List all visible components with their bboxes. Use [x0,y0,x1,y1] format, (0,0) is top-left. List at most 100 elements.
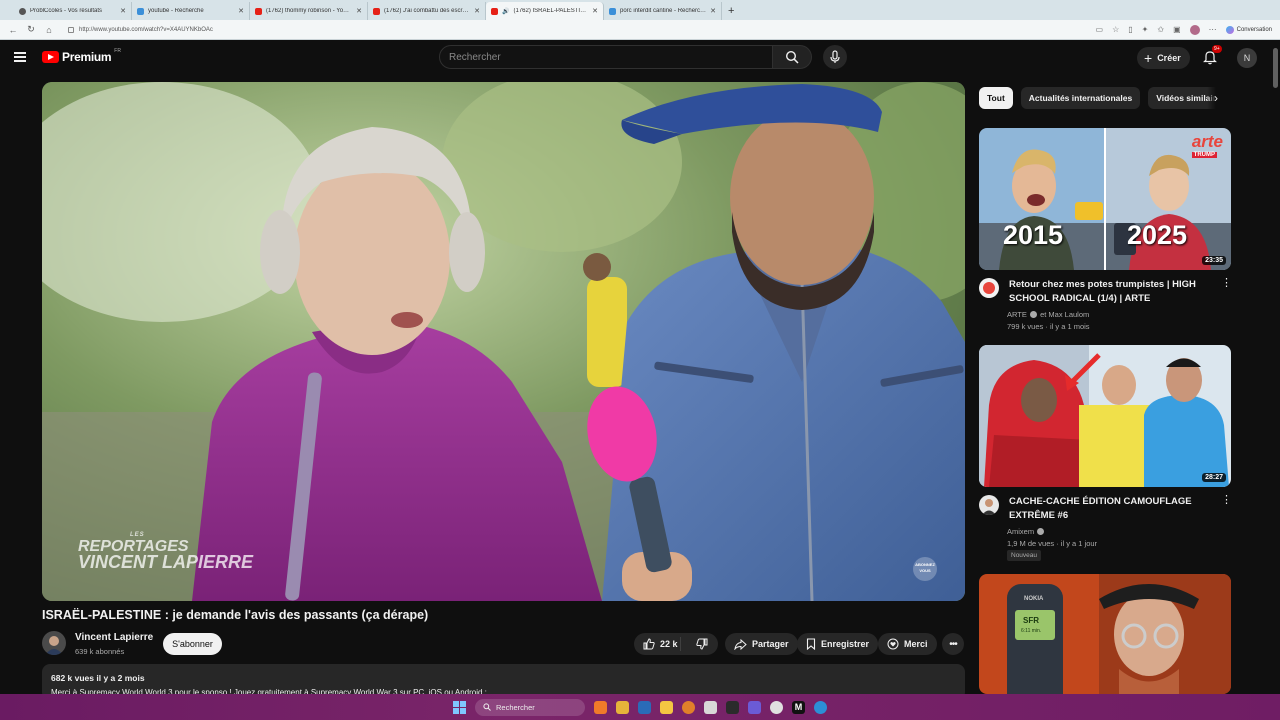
browser-tab[interactable]: porc interdit cantine - Recherche ✕ [604,2,722,20]
url-field[interactable]: http://www.youtube.com/watch?v=X4AUYNKbO… [62,23,1088,37]
site-info-icon[interactable] [68,26,74,33]
store-icon[interactable] [638,700,651,714]
profile-avatar[interactable] [1189,24,1200,35]
home-icon[interactable]: ⌂ [44,25,54,35]
thanks-heart-icon [887,638,899,650]
video-meta: Retour chez mes potes trumpistes | HIGH … [979,270,1232,331]
browser-tab[interactable]: ProblCcoles - Vos résultats ✕ [14,2,132,20]
notifications-button[interactable]: 9+ [1203,45,1222,65]
more-vertical-icon[interactable]: ⋮ [1221,495,1232,506]
video-title[interactable]: CACHE-CACHE ÉDITION CAMOUFLAGE EXTRÊME #… [1009,495,1209,523]
more-vertical-icon[interactable]: ⋮ [1221,278,1232,289]
app-icon[interactable] [616,700,629,714]
dislike-button[interactable] [686,638,718,650]
logo-text: Premium [62,50,112,64]
chip-international-news[interactable]: Actualités internationales [1020,87,1141,109]
subscribe-watermark[interactable]: ABONNEZ VOUS [913,557,937,581]
favorites-icon[interactable]: ✩ [1157,25,1164,34]
extension-icon[interactable]: ▭ [1096,25,1104,34]
channel-avatar[interactable] [42,631,66,655]
chrome-icon[interactable] [770,700,783,714]
like-button[interactable]: 22 k [634,637,682,651]
more-actions-button[interactable]: ••• [942,633,964,655]
menu-icon[interactable] [14,52,26,62]
browser-menu-icon[interactable]: ⋯ [1209,25,1217,34]
thanks-button[interactable]: Merci [878,633,937,655]
browser-tab[interactable]: (1762) thommy robinson - YouTu... ✕ [250,2,368,20]
browser-tab[interactable]: youtube - Recherche ✕ [132,2,250,20]
chevron-right-icon[interactable]: › [1207,87,1225,109]
channel-line: Amixem [1007,527,1045,536]
edge-icon[interactable] [814,700,827,714]
tab-title: (1762) ISRAËL-PALESTINE : je... [513,8,589,14]
chip-all[interactable]: Tout [979,87,1013,109]
file-explorer-icon[interactable] [660,700,673,714]
channel-name[interactable]: Vincent Lapierre [75,632,153,643]
voice-search-button[interactable] [823,45,847,69]
search-button[interactable] [773,45,812,69]
terminal-icon[interactable] [726,700,739,714]
teams-icon[interactable] [748,700,761,714]
close-tab-icon[interactable]: ✕ [356,7,362,15]
recommended-video[interactable]: arte TRUMP 2015 2025 23:35 Retour chez m… [979,128,1232,331]
subscriber-count: 639 k abonnés [75,647,125,656]
channel-avatar[interactable] [979,495,999,515]
thumbnail-year-right: 2025 [1127,220,1188,250]
new-tab-button[interactable]: + [728,2,734,20]
browser-tab[interactable]: (1762) J'ai combattu des escroc... ✕ [368,2,486,20]
create-button[interactable]: + Créer [1137,47,1190,69]
taskbar-search-label: Rechercher [496,702,535,712]
channel-avatar[interactable] [979,278,999,298]
page-scrollbar[interactable] [1271,40,1280,694]
close-tab-icon[interactable]: ✕ [592,7,598,15]
m-app-icon[interactable]: M [792,700,805,714]
plus-icon: + [1144,50,1153,66]
notepad-icon[interactable] [704,700,717,714]
close-tab-icon[interactable]: ✕ [474,7,480,15]
close-tab-icon[interactable]: ✕ [710,7,716,15]
microphone-icon [830,50,840,63]
share-icon [734,638,747,650]
subscribe-button[interactable]: S'abonner [163,633,222,655]
scrollbar-thumb[interactable] [1273,48,1278,88]
browser-tab-active[interactable]: 🔊 (1762) ISRAËL-PALESTINE : je...✕ [486,2,604,20]
arte-avatar-icon [983,282,995,294]
bookmark-icon [806,638,816,650]
search-input[interactable] [449,51,772,63]
search-box [439,45,773,69]
favorite-star-icon[interactable]: ☆ [1112,25,1119,34]
video-player[interactable]: LES REPORTAGES VINCENT LAPIERRE ABONNEZ … [42,82,965,601]
back-icon[interactable]: ← [8,25,18,35]
more-horizontal-icon: ••• [949,638,957,650]
recommended-video[interactable]: NOKIA SFR 6:11 min. [979,574,1231,694]
extensions-puzzle-icon[interactable]: ✦ [1142,25,1149,34]
channel-name[interactable]: Amixem [1007,527,1034,536]
brave-icon[interactable] [594,700,607,714]
copilot-button[interactable]: Conversation [1225,25,1272,34]
user-avatar[interactable]: N [1237,48,1257,68]
split-screen-icon[interactable]: ▯ [1128,25,1132,34]
video-thumbnail[interactable]: NOKIA SFR 6:11 min. [979,574,1231,694]
tab-title: (1762) J'ai combattu des escroc... [384,8,471,14]
speaker-icon[interactable]: 🔊 [502,8,509,15]
thumbs-up-icon [643,638,655,650]
firefox-icon[interactable] [682,700,695,714]
taskbar-search[interactable]: Rechercher [475,698,585,716]
thanks-label: Merci [904,639,928,649]
share-button[interactable]: Partager [725,633,798,655]
tab-title: (1762) thommy robinson - YouTu... [266,8,353,14]
recommended-video[interactable]: 28:27 CACHE-CACHE ÉDITION CAMOUFLAGE EXT… [979,345,1232,561]
close-tab-icon[interactable]: ✕ [238,7,244,15]
youtube-premium-logo[interactable]: Premium FR [42,48,121,64]
close-tab-icon[interactable]: ✕ [120,7,126,15]
windows-start-icon[interactable] [453,700,466,714]
amixem-avatar-icon [982,499,996,515]
collections-icon[interactable]: ▣ [1173,25,1181,34]
save-button[interactable]: Enregistrer [797,633,879,655]
video-thumbnail[interactable]: arte TRUMP 2015 2025 23:35 [979,128,1231,270]
video-title[interactable]: Retour chez mes potes trumpistes | HIGH … [1009,278,1209,306]
reload-icon[interactable]: ↻ [26,24,36,35]
youtube-favicon-icon [491,7,498,15]
channel-name[interactable]: ARTE [1007,310,1027,319]
video-thumbnail[interactable]: 28:27 [979,345,1231,487]
